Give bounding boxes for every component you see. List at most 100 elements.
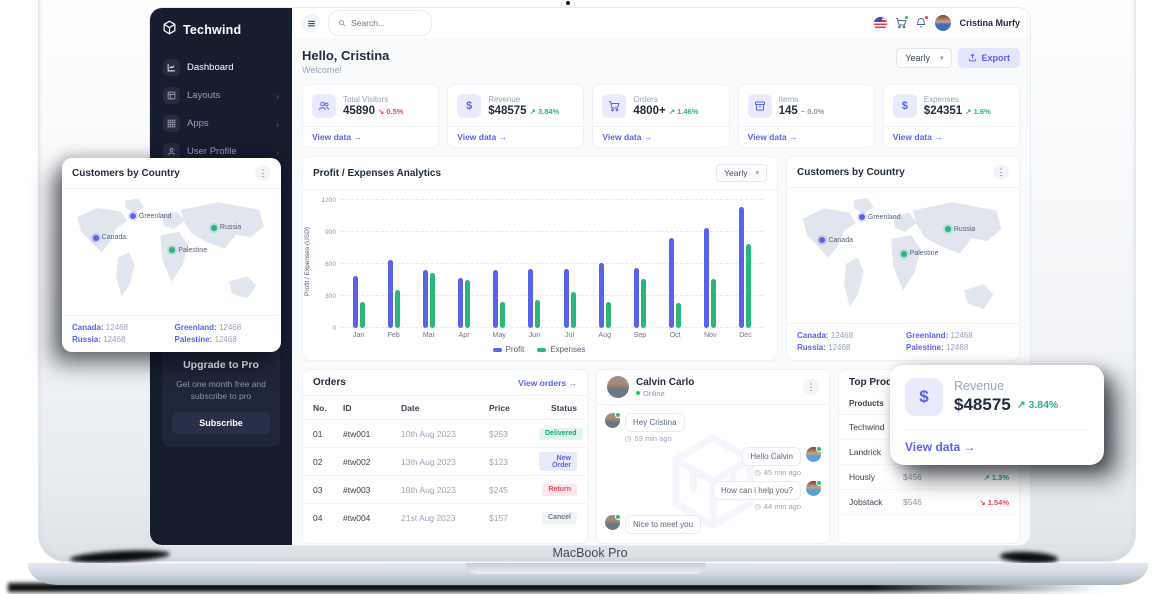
marker-dot (859, 214, 865, 220)
subscribe-button[interactable]: Subscribe (172, 412, 270, 434)
view-data-link[interactable]: View data → (739, 126, 874, 147)
view-data-link[interactable]: View data → (448, 126, 583, 147)
view-data-link[interactable]: View data → (593, 126, 728, 147)
chat-contact-name: Calvin Carlo (636, 377, 694, 388)
kebab-menu-icon[interactable]: ⋮ (803, 379, 819, 395)
bar-group-sep (622, 200, 657, 328)
x-axis-labels: JanFebMarAprMayJunJulAugSepOctNovDec (341, 332, 763, 339)
chat-message-incoming: Nice to meet you (605, 515, 821, 534)
sidebar-item-layouts[interactable]: Layouts › (158, 82, 284, 109)
x-tick-label: Jan (341, 332, 376, 339)
stat-value: 145 (779, 105, 798, 117)
greeting-row: Hello, Cristina Welcome! Yearly ▾ Export (302, 48, 1020, 75)
marker-dot (130, 213, 136, 219)
dashboard-screen: Techwind Dashboard Layouts › Apps › User… (150, 8, 1030, 545)
chat-messages: Hey Cristina ◷59 min ago Hello Calvin ◷4… (597, 405, 829, 542)
map-marker-palestine: Palestine (169, 247, 207, 254)
search-box[interactable] (328, 10, 432, 36)
language-flag-icon[interactable] (874, 17, 887, 30)
marker-dot (93, 235, 99, 241)
country-stat: Palestine: 12468 (906, 343, 1009, 352)
topbar-right: Cristina Murfy (874, 15, 1020, 31)
trend-up-indicator: ↗ 3.84% (1017, 399, 1059, 411)
notifications-bell-button[interactable] (915, 17, 927, 29)
list-item: Jobstack $546 ↘ 1.54% (839, 490, 1019, 515)
view-data-link[interactable]: View data → (905, 429, 1089, 465)
chat-card: Calvin Carlo Online ⋮ Hey Cristina ◷59 m… (596, 369, 830, 544)
list-item: Hously $456 ↗ 1.3% (839, 465, 1019, 490)
chat-status: Online (636, 389, 694, 398)
sidebar-item-label: Layouts (187, 90, 220, 101)
bar-expenses-jan (360, 302, 365, 328)
orders-title: Orders (313, 377, 346, 388)
bar-expenses-aug (606, 302, 611, 328)
analytics-period-select[interactable]: Yearly ▾ (716, 164, 767, 182)
export-label: Export (981, 53, 1010, 63)
chat-bubble: Hey Cristina (625, 413, 685, 432)
user-name: Cristina Murfy (959, 18, 1020, 28)
brand-logo[interactable]: Techwind (150, 18, 292, 52)
stat-value: $24351 (924, 105, 962, 117)
bar-group-nov (693, 200, 728, 328)
status-badge: Return (542, 484, 577, 496)
message-time: ◷59 min ago (625, 434, 821, 443)
legend-chip (537, 348, 546, 352)
orders-table-header: No.IDDatePriceStatus (303, 396, 587, 419)
chat-message-incoming: Hey Cristina (605, 413, 821, 432)
marker-dot (819, 237, 825, 243)
topbar: Cristina Murfy (292, 8, 1030, 38)
clock-icon: ◷ (625, 434, 632, 443)
stat-label: Total Visitors (343, 95, 403, 104)
kebab-menu-icon[interactable]: ⋮ (255, 165, 271, 181)
bar-profit-apr (458, 278, 463, 328)
sidebar-item-label: Dashboard (187, 62, 233, 73)
kebab-menu-icon[interactable]: ⋮ (993, 164, 1009, 180)
view-orders-link[interactable]: View orders → (518, 378, 577, 388)
stat-value: $48575 (488, 105, 526, 117)
legend-item: Expenses (537, 345, 585, 354)
period-select-value: Yearly (905, 53, 930, 63)
bar-group-apr (447, 200, 482, 328)
export-button[interactable]: Export (958, 48, 1020, 68)
customers-by-country-card: Customers by Country ⋮ (786, 156, 1020, 361)
sidebar-item-apps[interactable]: Apps › (158, 110, 284, 137)
message-time: ◷45 min ago (605, 468, 801, 477)
chevron-down-icon: ▾ (755, 169, 759, 177)
user-avatar[interactable] (935, 15, 951, 31)
y-tick-label: 300 (325, 293, 336, 300)
status-badge: Delivered (539, 428, 583, 440)
upload-icon (968, 53, 977, 64)
view-data-link[interactable]: View data → (303, 126, 438, 147)
x-tick-label: Oct (658, 332, 693, 339)
cart-button[interactable] (895, 17, 907, 29)
search-input[interactable] (351, 18, 422, 28)
map-marker-russia: Russia (211, 224, 241, 231)
dollar-icon: $ (893, 94, 917, 118)
period-select[interactable]: Yearly ▾ (896, 48, 952, 68)
table-row: 02#tw00213th Aug 2023$123New Order (303, 447, 587, 475)
floating-revenue-card: $ Revenue $48575 ↗ 3.84% View data → (890, 365, 1104, 465)
y-tick-label: 900 (325, 229, 336, 236)
table-row: 03#tw00318th Aug 2023$245Return (303, 475, 587, 503)
x-tick-label: May (482, 332, 517, 339)
bell-notification-dot (924, 15, 929, 20)
country-stats: Canada: 12468 Greenland: 12468 Russia: 1… (787, 323, 1019, 360)
laptop-base-notch (466, 563, 706, 574)
cart-icon (602, 94, 626, 118)
view-data-link[interactable]: View data → (884, 126, 1019, 147)
bar-expenses-sep (641, 279, 646, 328)
hamburger-menu-button[interactable] (302, 14, 320, 32)
grid-icon (163, 115, 180, 132)
bar-profit-nov (704, 228, 709, 328)
bar-group-dec (728, 200, 763, 328)
bar-expenses-oct (676, 303, 681, 328)
online-dot (636, 391, 640, 395)
webcam-dot (566, 1, 570, 5)
sidebar-item-dashboard[interactable]: Dashboard (158, 54, 284, 81)
upgrade-title: Upgrade to Pro (172, 359, 270, 371)
chart-legend: ProfitExpenses (311, 345, 767, 354)
clock-icon: ◷ (754, 502, 761, 511)
y-tick-label: 1200 (322, 197, 336, 204)
stat-label: Items (779, 95, 825, 104)
floating-customers-card: Customers by Country ⋮ Canada Greenland … (62, 158, 281, 352)
